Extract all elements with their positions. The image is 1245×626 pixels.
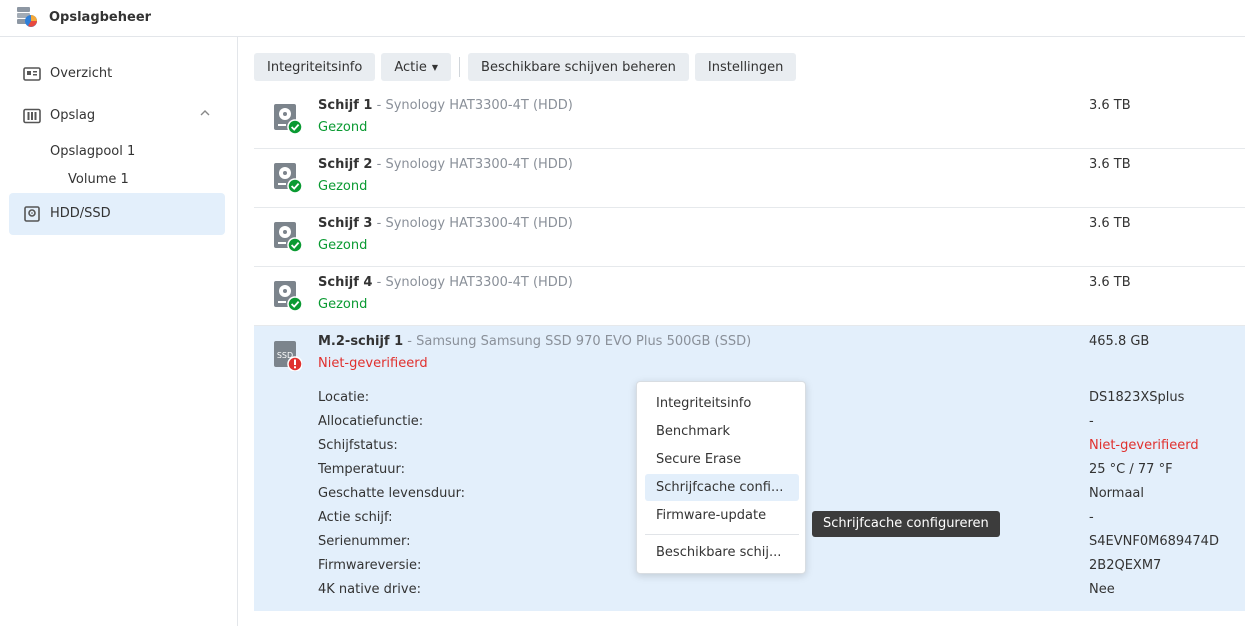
disk-size: 465.8 GB bbox=[1089, 334, 1150, 349]
detail-label: Actie schijf: bbox=[318, 510, 393, 525]
manage-available-drives-button[interactable]: Beschikbare schijven beheren bbox=[468, 53, 689, 81]
detail-value: - bbox=[1089, 510, 1094, 525]
integrity-info-button[interactable]: Integriteitsinfo bbox=[254, 53, 376, 81]
ssd-warning-icon: SSD bbox=[274, 341, 302, 371]
action-context-menu: Integriteitsinfo Benchmark Secure Erase … bbox=[636, 381, 806, 574]
disk-name: Schijf 2 bbox=[318, 157, 373, 172]
detail-label: Serienummer: bbox=[318, 534, 411, 549]
disk-name: Schijf 1 bbox=[318, 98, 373, 113]
detail-label: 4K native drive: bbox=[318, 582, 421, 597]
overview-icon bbox=[23, 67, 41, 81]
disk-model-separator: - bbox=[403, 334, 417, 349]
detail-label: Geschatte levensduur: bbox=[318, 486, 466, 501]
detail-value: Normaal bbox=[1089, 486, 1145, 501]
caret-down-icon: ▼ bbox=[431, 62, 439, 72]
disk-model: Synology HAT3300-4T (HDD) bbox=[385, 98, 573, 113]
disk-title: Schijf 1 - Synology HAT3300-4T (HDD) bbox=[318, 98, 573, 113]
disk-title: Schijf 4 - Synology HAT3300-4T (HDD) bbox=[318, 275, 573, 290]
disk-title: Schijf 2 - Synology HAT3300-4T (HDD) bbox=[318, 157, 573, 172]
disk-name: Schijf 4 bbox=[318, 275, 373, 290]
sidebar-item-label: Opslag bbox=[50, 108, 96, 123]
disk-row[interactable]: Schijf 2 - Synology HAT3300-4T (HDD) Gezo… bbox=[254, 149, 1245, 208]
disk-row[interactable]: Schijf 1 - Synology HAT3300-4T (HDD) Gezo… bbox=[254, 90, 1245, 149]
action-label: Actie bbox=[394, 59, 427, 75]
detail-label: Schijfstatus: bbox=[318, 438, 398, 453]
detail-value: DS1823XSplus bbox=[1089, 390, 1185, 405]
disk-size: 3.6 TB bbox=[1089, 275, 1131, 290]
menu-item-benchmark[interactable]: Benchmark bbox=[645, 418, 799, 445]
detail-value: Niet-geverifieerd bbox=[1089, 438, 1199, 453]
disk-status: Niet-geverifieerd bbox=[318, 356, 428, 371]
disk-model: Synology HAT3300-4T (HDD) bbox=[385, 216, 573, 231]
hdd-healthy-icon bbox=[274, 104, 302, 134]
detail-value: 25 °C / 77 °F bbox=[1089, 462, 1173, 477]
disk-row[interactable]: Schijf 3 - Synology HAT3300-4T (HDD) Gezo… bbox=[254, 208, 1245, 267]
menu-divider bbox=[645, 534, 799, 535]
detail-value: S4EVNF0M689474D bbox=[1089, 534, 1219, 549]
disk-model: Synology HAT3300-4T (HDD) bbox=[385, 275, 573, 290]
hdd-healthy-icon bbox=[274, 222, 302, 252]
hdd-healthy-icon bbox=[274, 163, 302, 193]
settings-button[interactable]: Instellingen bbox=[694, 53, 797, 81]
sidebar-item-volume[interactable]: Volume 1 bbox=[68, 172, 129, 187]
write-cache-tooltip: Schrijfcache configureren bbox=[812, 511, 1000, 537]
sidebar-item-hdd-ssd[interactable]: HDD/SSD bbox=[9, 193, 225, 235]
detail-label: Allocatiefunctie: bbox=[318, 414, 424, 429]
chevron-up-icon[interactable] bbox=[199, 107, 211, 119]
disk-model: Samsung Samsung SSD 970 EVO Plus 500GB (… bbox=[416, 334, 752, 349]
menu-item-firmware-update[interactable]: Firmware-update bbox=[645, 502, 799, 529]
detail-value: 2B2QEXM7 bbox=[1089, 558, 1162, 573]
disk-size: 3.6 TB bbox=[1089, 98, 1131, 113]
menu-item-integrity-info[interactable]: Integriteitsinfo bbox=[645, 390, 799, 417]
disk-title: M.2-schijf 1 - Samsung Samsung SSD 970 E… bbox=[318, 334, 751, 349]
disk-title: Schijf 3 - Synology HAT3300-4T (HDD) bbox=[318, 216, 573, 231]
disk-status: Gezond bbox=[318, 120, 368, 135]
menu-item-write-cache[interactable]: Schrijfcache confi... bbox=[645, 474, 799, 501]
sidebar-item-storage-pool[interactable]: Opslagpool 1 bbox=[50, 144, 135, 159]
sidebar-item-label: HDD/SSD bbox=[50, 206, 111, 221]
disk-name: Schijf 3 bbox=[318, 216, 373, 231]
disk-name: M.2-schijf 1 bbox=[318, 334, 404, 349]
disk-size: 3.6 TB bbox=[1089, 216, 1131, 231]
action-dropdown-button[interactable]: Actie ▼ bbox=[381, 53, 452, 81]
sidebar-item-overview[interactable]: Overzicht bbox=[9, 53, 225, 95]
sidebar: Overzicht Opslag Opslagpool 1 Volume 1 H… bbox=[0, 37, 238, 626]
hdd-healthy-icon bbox=[274, 281, 302, 311]
disk-size: 3.6 TB bbox=[1089, 157, 1131, 172]
disk-model-separator: - bbox=[372, 216, 386, 231]
title-bar: Opslagbeheer bbox=[0, 0, 1245, 37]
disk-model-separator: - bbox=[372, 157, 386, 172]
disk-status: Gezond bbox=[318, 238, 368, 253]
disk-status: Gezond bbox=[318, 297, 368, 312]
menu-item-secure-erase[interactable]: Secure Erase bbox=[645, 446, 799, 473]
detail-value: - bbox=[1089, 414, 1094, 429]
detail-value: Nee bbox=[1089, 582, 1115, 597]
storage-manager-icon bbox=[17, 7, 37, 27]
storage-icon bbox=[23, 108, 41, 124]
disk-status: Gezond bbox=[318, 179, 368, 194]
sidebar-item-label: Overzicht bbox=[50, 66, 113, 81]
detail-label: Locatie: bbox=[318, 390, 370, 405]
disk-icon bbox=[24, 206, 40, 222]
detail-label: Temperatuur: bbox=[318, 462, 406, 477]
disk-row[interactable]: Schijf 4 - Synology HAT3300-4T (HDD) Gezo… bbox=[254, 267, 1245, 326]
toolbar-divider bbox=[459, 57, 461, 77]
disk-model-separator: - bbox=[372, 275, 386, 290]
sidebar-item-storage[interactable]: Opslag bbox=[9, 95, 225, 137]
detail-label: Firmwareversie: bbox=[318, 558, 422, 573]
toolbar: Integriteitsinfo Actie ▼ Beschikbare sch… bbox=[254, 53, 797, 81]
menu-item-available-drives[interactable]: Beschikbare schij... bbox=[645, 539, 799, 566]
disk-model: Synology HAT3300-4T (HDD) bbox=[385, 157, 573, 172]
app-title: Opslagbeheer bbox=[49, 10, 152, 25]
disk-model-separator: - bbox=[372, 98, 386, 113]
